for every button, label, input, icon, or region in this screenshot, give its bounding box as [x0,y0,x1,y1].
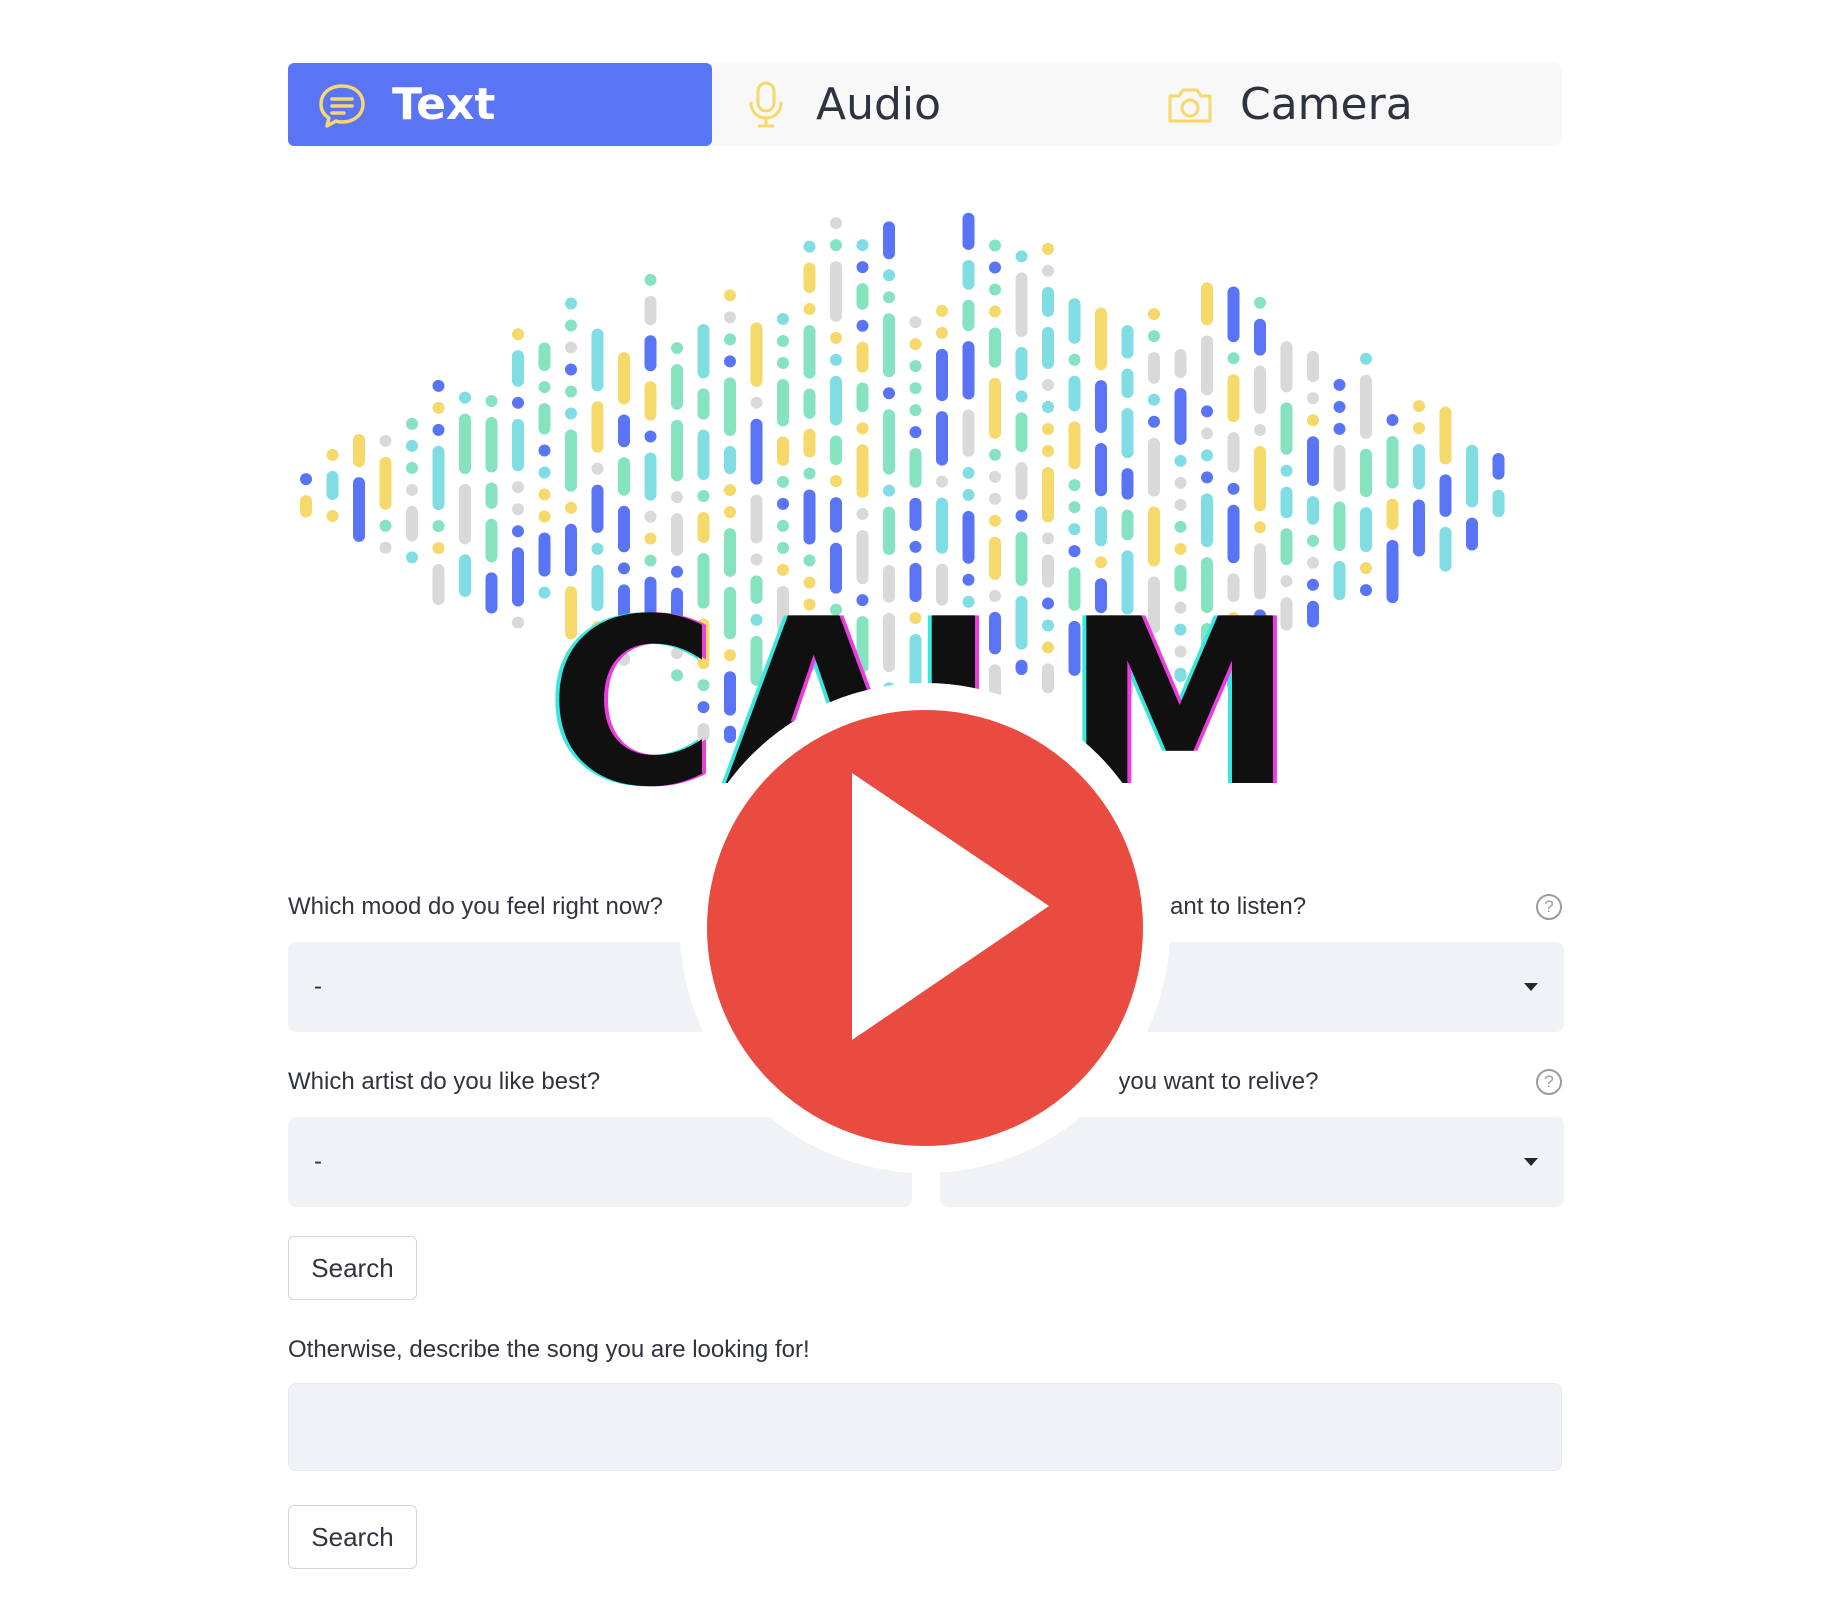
tab-camera-label: Camera [1240,79,1413,130]
app-page: Text Audio Camera Which mood do you feel… [0,0,1838,1622]
relive-help-icon[interactable]: ? [1536,1069,1562,1095]
tab-audio[interactable]: Audio [712,63,1136,146]
listen-label: ant to listen? [1170,893,1307,920]
tab-bar: Text Audio Camera [288,63,1562,146]
search-button-2[interactable]: Search [288,1505,417,1569]
chat-bubble-icon [316,79,368,131]
chevron-down-icon [1524,983,1538,991]
describe-song-input[interactable] [288,1383,1562,1471]
artist-label: Which artist do you like best? [288,1068,601,1095]
play-icon [707,710,1143,1146]
mood-select-value: - [314,973,322,1000]
mood-label: Which mood do you feel right now? [288,893,663,920]
tab-audio-label: Audio [816,79,942,130]
play-button[interactable] [680,683,1170,1173]
chevron-down-icon [1524,1158,1538,1166]
describe-label: Otherwise, describe the song you are loo… [288,1336,810,1363]
tab-camera[interactable]: Camera [1136,63,1560,146]
microphone-icon [740,79,792,131]
tab-text[interactable]: Text [288,63,712,146]
camera-icon [1164,79,1216,131]
listen-help-icon[interactable]: ? [1536,894,1562,920]
tab-text-label: Text [392,79,496,130]
search-button[interactable]: Search [288,1236,417,1300]
artist-select-value: - [314,1148,322,1175]
